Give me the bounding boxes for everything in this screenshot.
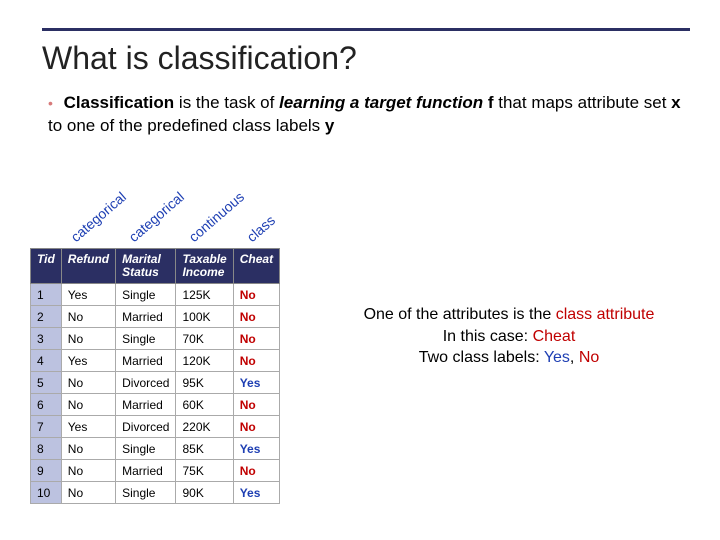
explain-line-3: Two class labels: Yes, No xyxy=(318,347,700,369)
intro-word-learning-tf: learning a target function xyxy=(279,93,483,112)
explain-label-no: No xyxy=(579,349,599,366)
cell-income: 70K xyxy=(176,328,233,350)
cell-refund: No xyxy=(61,328,115,350)
label-col-income: continuous xyxy=(186,188,248,245)
cell-cheat: Yes xyxy=(233,438,279,460)
explain-label-yes: Yes xyxy=(544,349,570,366)
intro-text: to one of the predefined class labels xyxy=(48,116,325,135)
cell-income: 125K xyxy=(176,284,233,306)
explain-word-cheat: Cheat xyxy=(533,328,576,345)
explain-text: Two class labels: xyxy=(419,349,544,366)
cell-tid: 1 xyxy=(31,284,62,306)
cell-income: 95K xyxy=(176,372,233,394)
explain-text: In this case: xyxy=(443,328,533,345)
cell-cheat: No xyxy=(233,350,279,372)
cell-tid: 7 xyxy=(31,416,62,438)
cell-refund: No xyxy=(61,372,115,394)
intro-word-classification: Classification xyxy=(64,93,175,112)
th-tid: Tid xyxy=(31,249,62,284)
th-marital: Marital Status xyxy=(116,249,176,284)
cell-refund: Yes xyxy=(61,284,115,306)
cell-refund: Yes xyxy=(61,350,115,372)
explain-text: , xyxy=(570,349,579,366)
cell-marital: Single xyxy=(116,328,176,350)
cell-cheat: No xyxy=(233,394,279,416)
label-col-cheat: class xyxy=(244,212,279,245)
cell-tid: 8 xyxy=(31,438,62,460)
cell-income: 60K xyxy=(176,394,233,416)
cell-cheat: Yes xyxy=(233,482,279,504)
table-row: 8NoSingle85KYes xyxy=(31,438,280,460)
table-row: 3NoSingle70KNo xyxy=(31,328,280,350)
cell-income: 85K xyxy=(176,438,233,460)
cell-marital: Married xyxy=(116,306,176,328)
cell-tid: 2 xyxy=(31,306,62,328)
th-refund: Refund xyxy=(61,249,115,284)
table-row: 2NoMarried100KNo xyxy=(31,306,280,328)
table-row: 5NoDivorced95KYes xyxy=(31,372,280,394)
cell-tid: 9 xyxy=(31,460,62,482)
cell-cheat: No xyxy=(233,306,279,328)
cell-tid: 10 xyxy=(31,482,62,504)
cell-cheat: Yes xyxy=(233,372,279,394)
cell-refund: No xyxy=(61,482,115,504)
cell-marital: Divorced xyxy=(116,416,176,438)
th-cheat: Cheat xyxy=(233,249,279,284)
table-row: 6NoMarried60KNo xyxy=(31,394,280,416)
cell-marital: Single xyxy=(116,438,176,460)
cell-income: 100K xyxy=(176,306,233,328)
explain-text: One of the attributes is the xyxy=(364,306,556,323)
cell-marital: Single xyxy=(116,482,176,504)
cell-refund: No xyxy=(61,460,115,482)
cell-tid: 6 xyxy=(31,394,62,416)
cell-refund: No xyxy=(61,394,115,416)
cell-tid: 4 xyxy=(31,350,62,372)
cell-cheat: No xyxy=(233,328,279,350)
cell-income: 220K xyxy=(176,416,233,438)
intro-paragraph: • Classification is the task of learning… xyxy=(48,92,690,138)
cell-marital: Married xyxy=(116,350,176,372)
table-row: 1YesSingle125KNo xyxy=(31,284,280,306)
table-row: 9NoMarried75KNo xyxy=(31,460,280,482)
th-income: Taxable Income xyxy=(176,249,233,284)
table-row: 7YesDivorced220KNo xyxy=(31,416,280,438)
explain-line-2: In this case: Cheat xyxy=(318,326,700,348)
intro-text: that maps attribute set xyxy=(494,93,672,112)
intro-text: is the task of xyxy=(174,93,279,112)
explain-line-1: One of the attributes is the class attri… xyxy=(318,304,700,326)
cell-tid: 3 xyxy=(31,328,62,350)
title-divider xyxy=(42,28,690,31)
cell-income: 75K xyxy=(176,460,233,482)
cell-income: 90K xyxy=(176,482,233,504)
cell-refund: Yes xyxy=(61,416,115,438)
page-title: What is classification? xyxy=(42,40,357,77)
label-col-refund: categorical xyxy=(68,189,130,245)
cell-marital: Divorced xyxy=(116,372,176,394)
cell-cheat: No xyxy=(233,460,279,482)
cell-cheat: No xyxy=(233,284,279,306)
table-row: 4YesMarried120KNo xyxy=(31,350,280,372)
cell-refund: No xyxy=(61,306,115,328)
cell-marital: Married xyxy=(116,394,176,416)
table-header-row: Tid Refund Marital Status Taxable Income… xyxy=(31,249,280,284)
cell-cheat: No xyxy=(233,416,279,438)
intro-symbol-y: y xyxy=(325,116,334,135)
cell-marital: Married xyxy=(116,460,176,482)
column-attribute-labels: categorical categorical continuous class xyxy=(50,150,310,245)
cell-income: 120K xyxy=(176,350,233,372)
data-table-wrap: Tid Refund Marital Status Taxable Income… xyxy=(30,248,280,504)
explanation-block: One of the attributes is the class attri… xyxy=(318,304,700,369)
data-table: Tid Refund Marital Status Taxable Income… xyxy=(30,248,280,504)
label-col-marital: categorical xyxy=(126,189,188,245)
bullet-icon: • xyxy=(48,95,53,111)
cell-refund: No xyxy=(61,438,115,460)
table-row: 10NoSingle90KYes xyxy=(31,482,280,504)
cell-marital: Single xyxy=(116,284,176,306)
cell-tid: 5 xyxy=(31,372,62,394)
explain-class-attribute: class attribute xyxy=(556,306,655,323)
intro-symbol-x: x xyxy=(671,93,680,112)
